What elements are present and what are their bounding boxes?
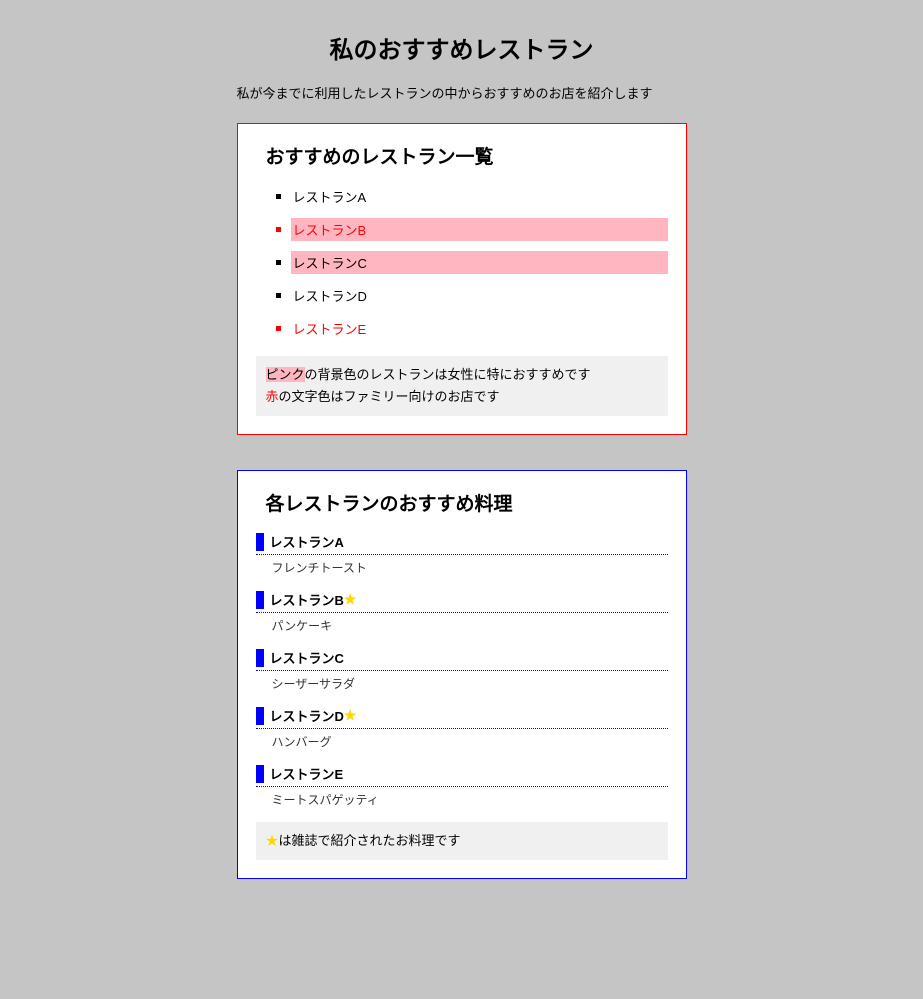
section1-note: ピンクの背景色のレストランは女性に特におすすめです 赤の文字色はファミリー向けの… bbox=[256, 356, 668, 416]
page-title: 私のおすすめレストラン bbox=[237, 30, 687, 65]
dish-item: レストランA フレンチトースト bbox=[256, 532, 668, 576]
dish-restaurant-name: レストランD bbox=[270, 706, 344, 725]
bullet-icon bbox=[276, 194, 281, 199]
dish-item: レストランB★パンケーキ bbox=[256, 590, 668, 634]
note-line1-rest: の背景色のレストランは女性に特におすすめです bbox=[305, 367, 591, 382]
restaurant-name: レストランE bbox=[291, 317, 668, 340]
blue-bar-icon bbox=[256, 591, 264, 609]
page: 私のおすすめレストラン 私が今までに利用したレストランの中からおすすめのお店を紹… bbox=[227, 0, 697, 954]
restaurant-name: レストランD bbox=[291, 284, 668, 307]
dish-restaurant-name: レストランB bbox=[270, 590, 344, 609]
page-intro: 私が今までに利用したレストランの中からおすすめのお店を紹介します bbox=[237, 83, 687, 105]
bullet-icon bbox=[276, 227, 281, 232]
dish-item: レストランE ミートスパゲッティ bbox=[256, 764, 668, 808]
restaurant-name: レストランC bbox=[291, 251, 668, 274]
note-line2-rest: の文字色はファミリー向けのお店です bbox=[279, 389, 500, 404]
blue-bar-icon bbox=[256, 649, 264, 667]
section2-heading: 各レストランのおすすめ料理 bbox=[266, 489, 668, 516]
bullet-icon bbox=[276, 260, 281, 265]
blue-bar-icon bbox=[256, 765, 264, 783]
dish-restaurant-name: レストランA bbox=[270, 532, 344, 551]
note-red-word: 赤 bbox=[266, 389, 279, 404]
restaurant-name: レストランB bbox=[291, 218, 668, 241]
section2-note: ★は雑誌で紹介されたお料理です bbox=[256, 822, 668, 860]
star-icon: ★ bbox=[344, 591, 357, 608]
dish-name: フレンチトースト bbox=[256, 555, 668, 576]
dish-name-row: レストランD★ bbox=[256, 706, 668, 729]
bullet-icon bbox=[276, 293, 281, 298]
blue-bar-icon bbox=[256, 707, 264, 725]
dish-restaurant-name: レストランC bbox=[270, 648, 344, 667]
list-item: レストランB bbox=[276, 218, 668, 241]
dish-name-row: レストランE bbox=[256, 764, 668, 787]
star-icon: ★ bbox=[344, 707, 357, 724]
dish-item: レストランD★ハンバーグ bbox=[256, 706, 668, 750]
dish-name-row: レストランC bbox=[256, 648, 668, 671]
list-item: レストランA bbox=[276, 185, 668, 208]
list-item: レストランC bbox=[276, 251, 668, 274]
blue-bar-icon bbox=[256, 533, 264, 551]
restaurant-name: レストランA bbox=[291, 185, 668, 208]
dish-name-row: レストランA bbox=[256, 532, 668, 555]
note2-rest: は雑誌で紹介されたお料理です bbox=[279, 833, 461, 848]
list-item: レストランE bbox=[276, 317, 668, 340]
restaurant-list: レストランA レストランB レストランC レストランD レストランE bbox=[276, 185, 668, 340]
dish-name: シーザーサラダ bbox=[256, 671, 668, 692]
dish-name: ミートスパゲッティ bbox=[256, 787, 668, 808]
list-item: レストランD bbox=[276, 284, 668, 307]
dish-name: パンケーキ bbox=[256, 613, 668, 634]
dish-item: レストランC シーザーサラダ bbox=[256, 648, 668, 692]
dish-list: レストランAフレンチトーストレストランB★パンケーキレストランCシーザーサラダレ… bbox=[256, 532, 668, 808]
bullet-icon bbox=[276, 326, 281, 331]
dish-name: ハンバーグ bbox=[256, 729, 668, 750]
star-icon: ★ bbox=[266, 833, 279, 848]
note-pink-word: ピンク bbox=[266, 367, 305, 382]
dish-restaurant-name: レストランE bbox=[270, 764, 344, 783]
section1-heading: おすすめのレストラン一覧 bbox=[266, 142, 668, 169]
section-restaurant-list: おすすめのレストラン一覧 レストランAレストランBレストランCレストランDレスト… bbox=[237, 123, 687, 435]
dish-name-row: レストランB★ bbox=[256, 590, 668, 613]
section-dish-list: 各レストランのおすすめ料理 レストランAフレンチトーストレストランB★パンケーキ… bbox=[237, 470, 687, 879]
